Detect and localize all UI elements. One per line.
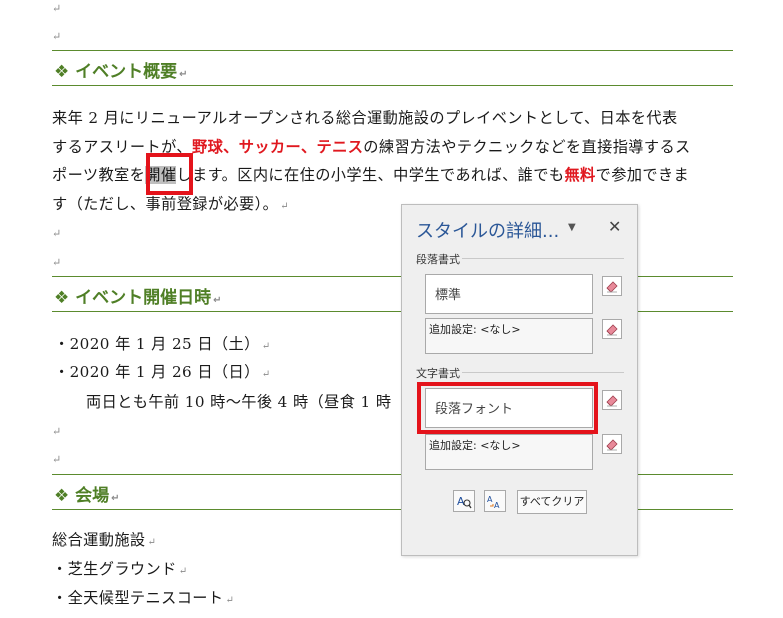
date-line[interactable]: ・2020 年 1 月 25 日（土） ↵ [54,332,270,354]
eraser-icon [606,281,618,293]
paragraph-mark: ↵ [261,369,271,380]
text-run: す（ただし、事前登録が必要）。 [52,195,279,213]
paragraph-mark: ↵ [178,566,188,577]
paragraph-mark: ↵ [52,453,62,466]
venue-text: ・芝生グラウンド [52,560,177,578]
panel-title: スタイルの詳細... [416,221,560,242]
character-extra-text: 追加設定: <なし> [429,439,521,452]
text-run: の練習方法やテクニックなどを直接指導するス [363,138,691,156]
callout-highlight-box [417,382,598,434]
paragraph-mark: ↵ [213,295,222,306]
venue-text: 総合運動施設 [52,531,146,549]
paragraph-style-box[interactable]: 標準 [425,274,593,314]
paragraph-extra-settings[interactable]: 追加設定: <なし> [425,318,593,354]
style-inspector-panel[interactable]: スタイルの詳細... ▼ ✕ 段落書式 標準 追加設定: <なし> 文字書式 段… [401,204,638,556]
clear-paragraph-style-button[interactable] [602,276,622,296]
clear-paragraph-extra-button[interactable] [602,319,622,339]
reveal-formatting-icon: A [457,495,472,509]
svg-text:A: A [494,501,500,509]
date-text: ・2020 年 1 月 26 日（日） [54,363,260,381]
compare-formatting-button[interactable]: AA [484,490,506,512]
clear-character-style-button[interactable] [602,390,622,410]
paragraph-mark: ↵ [52,425,62,438]
eraser-icon [606,395,618,407]
chevron-down-icon[interactable]: ▼ [568,222,576,233]
character-section-label: 文字書式 [416,367,460,380]
clear-all-button[interactable]: すべてクリア [517,490,587,514]
paragraph-mark: ↵ [52,2,62,15]
body-text-line[interactable]: す（ただし、事前登録が必要）。 ↵ [52,192,289,214]
date-text: ・2020 年 1 月 25 日（土） [54,335,260,353]
emphasis-sports: 野球、サッカー、テニス [191,138,364,156]
reveal-formatting-button[interactable]: A [453,490,475,512]
character-extra-settings[interactable]: 追加設定: <なし> [425,434,593,470]
heading-text: ❖ イベント概要 [54,62,178,82]
paragraph-mark: ↵ [261,341,271,352]
close-icon[interactable]: ✕ [608,217,621,236]
paragraph-mark: ↵ [52,256,62,269]
divider [462,372,624,373]
paragraph-section-label: 段落書式 [416,253,460,266]
venue-line[interactable]: ・全天候型テニスコート ↵ [52,586,234,608]
callout-highlight-box [146,153,193,195]
paragraph-mark: ↵ [280,201,289,212]
heading-text: ❖ イベント開催日時 [54,288,212,308]
divider [462,258,624,259]
venue-text: ・全天候型テニスコート [52,589,224,607]
emphasis-free: 無料 [564,166,596,184]
document-page[interactable]: ↵ ↵ ❖ イベント概要 ↵ 来年 2 月にリニューアルオープンされる総合運動施設… [0,0,783,618]
venue-line[interactable]: ・芝生グラウンド ↵ [52,557,187,579]
text-run: で参加できま [595,166,690,184]
eraser-icon [606,439,618,451]
text-run: します。区内に在住の小学生、中学生であれば、誰でも [176,166,565,184]
paragraph-mark: ↵ [147,537,157,548]
paragraph-mark: ↵ [111,493,120,504]
paragraph-extra-text: 追加設定: <なし> [429,323,521,336]
eraser-icon [606,324,618,336]
paragraph-mark: ↵ [225,595,235,606]
compare-formatting-icon: AA [487,495,500,509]
heading-text: ❖ 会場 [54,486,110,506]
heading-event-overview[interactable]: ❖ イベント概要 ↵ [52,50,733,86]
paragraph-mark: ↵ [52,30,62,43]
paragraph-mark: ↵ [52,227,62,240]
svg-text:A: A [487,495,493,504]
text-run: ポーツ教室を [52,166,146,184]
date-line[interactable]: ・2020 年 1 月 26 日（日） ↵ [54,360,270,382]
time-line[interactable]: 両日とも午前 10 時～午後 4 時（昼食 1 時 [86,390,391,412]
venue-line[interactable]: 総合運動施設 ↵ [52,528,156,550]
clear-character-extra-button[interactable] [602,434,622,454]
body-text-line[interactable]: 来年 2 月にリニューアルオープンされる総合運動施設のプレイベントとして、日本を… [52,106,678,128]
paragraph-style-name: 標準 [435,288,462,303]
paragraph-mark: ↵ [179,69,188,80]
